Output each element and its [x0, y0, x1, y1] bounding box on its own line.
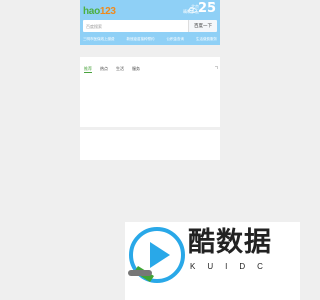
logo[interactable]: hao123: [83, 6, 116, 18]
tab-recommend[interactable]: 推荐: [84, 66, 92, 73]
tab-bar: 推荐 热点 生活 服务: [84, 66, 140, 73]
search-button[interactable]: 百度一下: [188, 20, 217, 32]
temperature-unit: °: [213, 3, 216, 9]
card-corner-icon: [215, 66, 218, 69]
tab-life[interactable]: 生活: [116, 66, 124, 73]
search-bar: 百度一下: [83, 20, 217, 32]
hot-link[interactable]: 三明市医保线上缴费: [83, 36, 115, 42]
tab-hot[interactable]: 热点: [100, 66, 108, 73]
hot-links: 三明市医保线上缴费 新冠疫苗接种预约 公积金查询 生活缴费服务: [83, 36, 217, 42]
logo-part1: hao: [83, 6, 100, 17]
play-logo-icon: [128, 227, 185, 283]
tab-service[interactable]: 服务: [132, 66, 140, 73]
hot-link[interactable]: 新冠疫苗接种预约: [127, 36, 155, 42]
content-card-2: [80, 130, 220, 160]
watermark-subtitle: KUIDC: [190, 262, 275, 271]
watermark-title: 酷数据: [188, 227, 272, 258]
hot-link[interactable]: 生活缴费服务: [196, 36, 217, 42]
hot-link[interactable]: 公积金查询: [167, 36, 185, 42]
logo-part2: 123: [99, 6, 116, 17]
search-input[interactable]: [83, 20, 188, 32]
cloud-icon: [188, 6, 197, 13]
divider: [80, 45, 220, 57]
